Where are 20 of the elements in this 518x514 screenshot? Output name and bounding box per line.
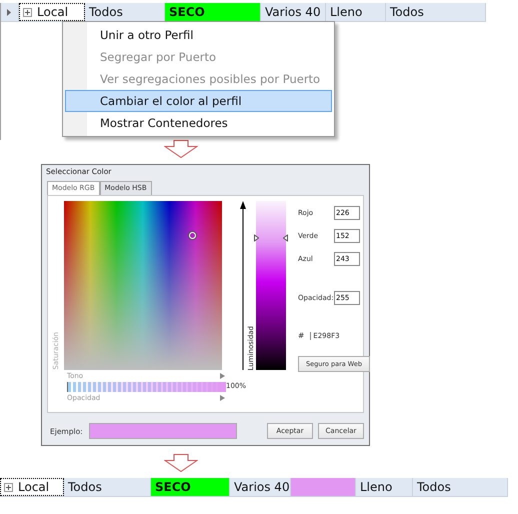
arrow-icon [220, 373, 225, 379]
color-cell: SECO [165, 3, 261, 21]
expand-icon[interactable] [23, 8, 32, 16]
table-cell: Todos [386, 3, 486, 21]
expand-icon[interactable] [4, 482, 13, 492]
color-field[interactable] [64, 201, 222, 370]
picker-marker[interactable] [189, 232, 196, 239]
down-arrow-icon [164, 140, 198, 158]
luminosity-slider[interactable] [256, 201, 286, 370]
color-cell: SECO [151, 478, 230, 496]
table-cell: Lleno [356, 478, 413, 496]
down-arrow-icon [164, 454, 198, 472]
table-cell: Todos [413, 478, 508, 496]
menu-item[interactable]: Cambiar el color al perfil [65, 90, 332, 112]
menu-item[interactable]: Mostrar Contenedores [65, 112, 332, 134]
slider-thumb[interactable] [254, 234, 288, 242]
arrow-icon [220, 395, 225, 401]
menu-item[interactable]: Unir a otro Perfil [65, 24, 332, 46]
cell-text: Local [18, 479, 50, 496]
cell-text: Local [37, 4, 68, 21]
